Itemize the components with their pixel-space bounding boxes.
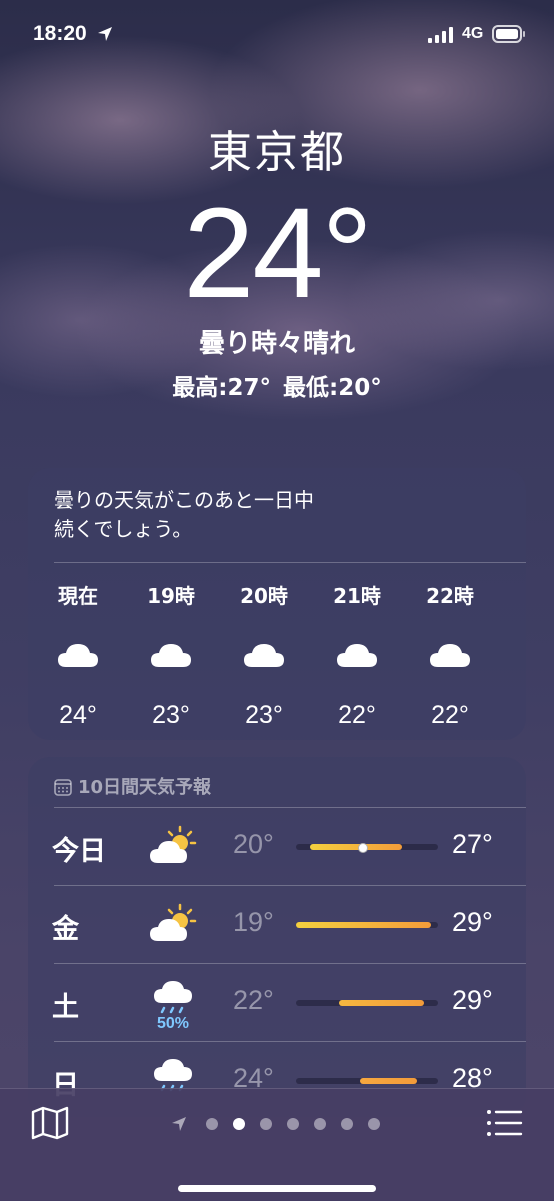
battery-icon: [492, 25, 525, 43]
day-high-temp: 27°: [452, 829, 493, 859]
page-dot[interactable]: [206, 1118, 218, 1130]
summary-line-2: 続くでしょう。: [54, 517, 193, 541]
page-dot-active[interactable]: [233, 1118, 245, 1130]
hourly-scroller[interactable]: 現在 24° 19時 23° 20時 23° 21時 22° 22時 22°: [28, 581, 526, 731]
hour-item: 20時 23°: [214, 581, 314, 730]
precipitation-chance: 50%: [156, 1015, 190, 1032]
location-arrow-icon: [172, 1117, 186, 1131]
current-temp-marker: [358, 843, 369, 853]
hour-temp: 23°: [152, 701, 190, 729]
forecast-summary: 曇りの天気がこのあと一日中 続くでしょう。: [54, 486, 314, 544]
cloud-icon: [151, 644, 191, 667]
ten-day-header: 10日間天気予報: [54, 773, 211, 799]
day-row[interactable]: 金 19° 29°: [28, 885, 526, 963]
hour-item: 現在 24°: [28, 581, 128, 730]
page-dot[interactable]: [341, 1118, 353, 1130]
ten-day-forecast-card[interactable]: 10日間天気予報 今日 20° 27° 金 19° 29° 土 50% 22° …: [28, 757, 526, 1117]
calendar-icon: [54, 779, 72, 796]
city-name: 東京都: [208, 127, 346, 178]
divider: [54, 885, 526, 886]
divider: [54, 963, 526, 964]
temp-range-fill: [296, 922, 431, 928]
divider: [54, 1041, 526, 1042]
day-low-temp: 22°: [233, 985, 274, 1015]
day-name: 土: [52, 992, 79, 1023]
page-dot[interactable]: [287, 1118, 299, 1130]
temp-range-bar: [296, 922, 438, 928]
cloud-icon: [337, 644, 377, 667]
temp-range-bar: [296, 1000, 438, 1006]
temp-range-bar: [296, 1078, 438, 1084]
partly-sunny-icon: [150, 825, 197, 863]
partly-sunny-icon: [150, 903, 197, 941]
page-dot[interactable]: [314, 1118, 326, 1130]
cloud-icon: [58, 644, 98, 667]
hour-temp: 22°: [431, 701, 469, 729]
temp-range-fill: [310, 844, 403, 850]
temp-range-fill: [359, 1078, 417, 1084]
day-low-temp: 20°: [233, 829, 274, 859]
list-icon[interactable]: [484, 1107, 524, 1139]
home-indicator: [178, 1185, 376, 1192]
hour-label: 20時: [240, 584, 288, 608]
divider: [54, 562, 526, 563]
day-row[interactable]: 今日 20° 27°: [28, 807, 526, 885]
high-temp: 最高:27°: [172, 375, 271, 401]
low-temp: 最低:20°: [283, 375, 382, 401]
condition-text: 曇り時々晴れ: [198, 329, 355, 359]
temp-range-fill: [338, 1000, 424, 1006]
cloud-icon: [244, 644, 284, 667]
page-dot[interactable]: [368, 1118, 380, 1130]
hour-temp: 23°: [245, 701, 283, 729]
status-bar: 18:20 4G: [0, 0, 554, 70]
location-arrow-icon: [98, 27, 112, 41]
hour-label: 19時: [147, 584, 195, 608]
day-low-temp: 19°: [233, 907, 274, 937]
current-temperature: 24°: [183, 182, 373, 325]
hour-item: 19時 23°: [121, 581, 221, 730]
bottom-toolbar: [0, 1088, 554, 1201]
cellular-signal-icon: [428, 27, 453, 43]
divider: [54, 807, 526, 808]
current-weather: 東京都 24° 曇り時々晴れ 最高:27° 最低:20°: [0, 125, 554, 402]
hour-item: 22時 22°: [400, 581, 500, 730]
hour-label: 21時: [333, 584, 381, 608]
hour-label: 22時: [426, 584, 474, 608]
status-time: 18:20: [33, 22, 87, 45]
day-high-temp: 29°: [452, 907, 493, 937]
cloud-icon: [430, 644, 470, 667]
network-type: 4G: [462, 25, 484, 42]
day-name: 今日: [52, 836, 106, 867]
high-low: 最高:27° 最低:20°: [0, 368, 554, 402]
page-dot[interactable]: [260, 1118, 272, 1130]
temp-range-bar: [296, 843, 438, 853]
day-row[interactable]: 土 50% 22° 29°: [28, 963, 526, 1041]
map-icon[interactable]: [30, 1105, 70, 1141]
day-name: 金: [52, 914, 79, 945]
hour-item: 21時 22°: [307, 581, 407, 730]
summary-line-1: 曇りの天気がこのあと一日中: [54, 488, 314, 512]
hourly-forecast-card[interactable]: 曇りの天気がこのあと一日中 続くでしょう。 現在 24° 19時 23° 20時…: [28, 468, 526, 740]
hour-label: 現在: [58, 584, 98, 608]
day-high-temp: 29°: [452, 985, 493, 1015]
ten-day-header-label: 10日間天気予報: [78, 777, 212, 798]
hour-temp: 22°: [338, 701, 376, 729]
hour-temp: 24°: [59, 701, 97, 729]
